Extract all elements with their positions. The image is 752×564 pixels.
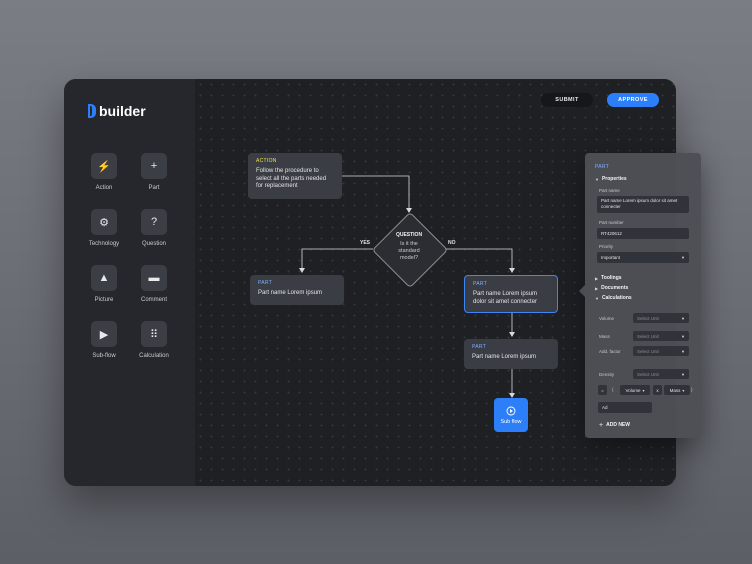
priority-label: Priority bbox=[599, 244, 614, 249]
connector-action-question bbox=[342, 175, 410, 209]
calculations-section-header[interactable]: ▼ Calculations bbox=[595, 295, 632, 301]
action-node-tag: ACTION bbox=[256, 158, 277, 164]
formula-close-paren: ) bbox=[691, 387, 693, 392]
caret-down-icon: ▼ bbox=[595, 295, 599, 301]
calculations-title: Calculations bbox=[601, 295, 632, 301]
caret-down-icon: ▼ bbox=[681, 371, 685, 377]
connector-yes bbox=[301, 248, 373, 269]
documents-title: Documents bbox=[601, 285, 629, 291]
calc-label-volume: Volume bbox=[599, 316, 615, 321]
arrowhead bbox=[299, 268, 305, 273]
calc-label-mass: Mass bbox=[599, 334, 610, 339]
caret-right-icon: ▶ bbox=[595, 285, 599, 291]
priority-select[interactable]: Important ▼ bbox=[597, 252, 689, 263]
part-node-bottom[interactable]: PART Part name Lorem ipsum bbox=[464, 339, 558, 369]
priority-value: Important bbox=[601, 255, 621, 260]
formula-variable-label: Mass bbox=[669, 387, 681, 393]
formula-variable-mass[interactable]: Mass ▾ bbox=[664, 385, 690, 395]
mass-unit-select[interactable]: Select Unit ▼ bbox=[633, 331, 689, 341]
caret-down-icon: ▼ bbox=[681, 348, 685, 354]
part-name-field[interactable]: Part name Lorem ipsum dolor sit amet con… bbox=[597, 196, 689, 213]
caret-down-icon: ▼ bbox=[681, 333, 685, 339]
formula-operator-equals[interactable]: = bbox=[598, 385, 607, 395]
subflow-label: Sub flow bbox=[500, 418, 522, 425]
add-new-label: ADD NEW bbox=[606, 422, 630, 428]
subflow-node[interactable]: Sub flow bbox=[494, 398, 528, 432]
density-unit-select[interactable]: Select Unit ▼ bbox=[633, 369, 689, 379]
add-new-button[interactable]: + ADD NEW bbox=[599, 421, 630, 429]
part-number-label: Part number bbox=[599, 220, 624, 225]
formula-variable-volume[interactable]: Volume ▾ bbox=[620, 385, 650, 395]
part-name-label: Part name bbox=[599, 188, 620, 193]
toolings-title: Toolings bbox=[601, 275, 622, 281]
properties-section-header[interactable]: ▼ Properties bbox=[595, 176, 627, 182]
formula-operator-multiply[interactable]: x bbox=[653, 385, 662, 395]
question-node-content: QUESTION Is it the standard model? bbox=[364, 232, 454, 262]
formula-open-paren: ( bbox=[612, 387, 614, 392]
select-placeholder: Select Unit bbox=[637, 371, 659, 377]
part-node-text: Part name Lorem ipsum bbox=[258, 290, 323, 296]
caret-down-icon: ▾ bbox=[682, 387, 685, 393]
part-node-text: Part name Lorem ipsum dolor sit amet con… bbox=[473, 291, 538, 305]
select-placeholder: Select Unit bbox=[637, 315, 659, 321]
documents-section-header[interactable]: ▶ Documents bbox=[595, 285, 628, 291]
calc-label-add-factor: Add. factor bbox=[599, 349, 621, 354]
volume-unit-select[interactable]: Select Unit ▼ bbox=[633, 313, 689, 323]
toolings-section-header[interactable]: ▶ Toolings bbox=[595, 275, 622, 281]
question-node-text: Is it the standard model? bbox=[398, 241, 420, 261]
part-number-field[interactable]: RT420612 bbox=[597, 228, 689, 239]
part-node-tag: PART bbox=[473, 281, 488, 287]
arrowhead bbox=[509, 268, 515, 273]
caret-down-icon: ▼ bbox=[681, 255, 685, 260]
select-placeholder: Select Unit bbox=[637, 333, 659, 339]
yes-label: YES bbox=[360, 240, 371, 246]
caret-down-icon: ▾ bbox=[642, 387, 645, 393]
panel-pointer bbox=[579, 285, 585, 297]
formula-variable-label: Volume bbox=[625, 387, 641, 393]
question-node-tag: QUESTION bbox=[395, 232, 423, 238]
no-label: NO bbox=[448, 240, 456, 246]
part-node-selected[interactable]: PART Part name Lorem ipsum dolor sit ame… bbox=[464, 275, 558, 313]
arrowhead bbox=[509, 332, 515, 337]
select-placeholder: Select Unit bbox=[637, 348, 659, 354]
calc-label-density: Density bbox=[599, 372, 615, 377]
properties-panel: PART ▼ Properties Part name Part name Lo… bbox=[585, 153, 701, 438]
action-node-text: Follow the procedure to select all the p… bbox=[256, 168, 327, 189]
action-node[interactable]: ACTION Follow the procedure to select al… bbox=[248, 153, 342, 199]
add-factor-unit-select[interactable]: Select Unit ▼ bbox=[633, 346, 689, 356]
part-node-left[interactable]: PART Part name Lorem ipsum bbox=[250, 275, 344, 305]
caret-right-icon: ▶ bbox=[595, 275, 599, 281]
properties-title: Properties bbox=[601, 176, 627, 182]
play-circle-icon bbox=[506, 406, 516, 415]
part-node-tag: PART bbox=[258, 280, 273, 286]
caret-down-icon: ▼ bbox=[681, 315, 685, 321]
part-node-tag: PART bbox=[472, 344, 487, 350]
panel-tag: PART bbox=[595, 164, 610, 170]
caret-down-icon: ▼ bbox=[595, 176, 599, 182]
plus-icon: + bbox=[599, 421, 604, 429]
formula-extra-input[interactable]: Ad bbox=[598, 402, 652, 413]
part-node-text: Part name Lorem ipsum bbox=[472, 354, 537, 360]
connector-no bbox=[444, 248, 513, 269]
